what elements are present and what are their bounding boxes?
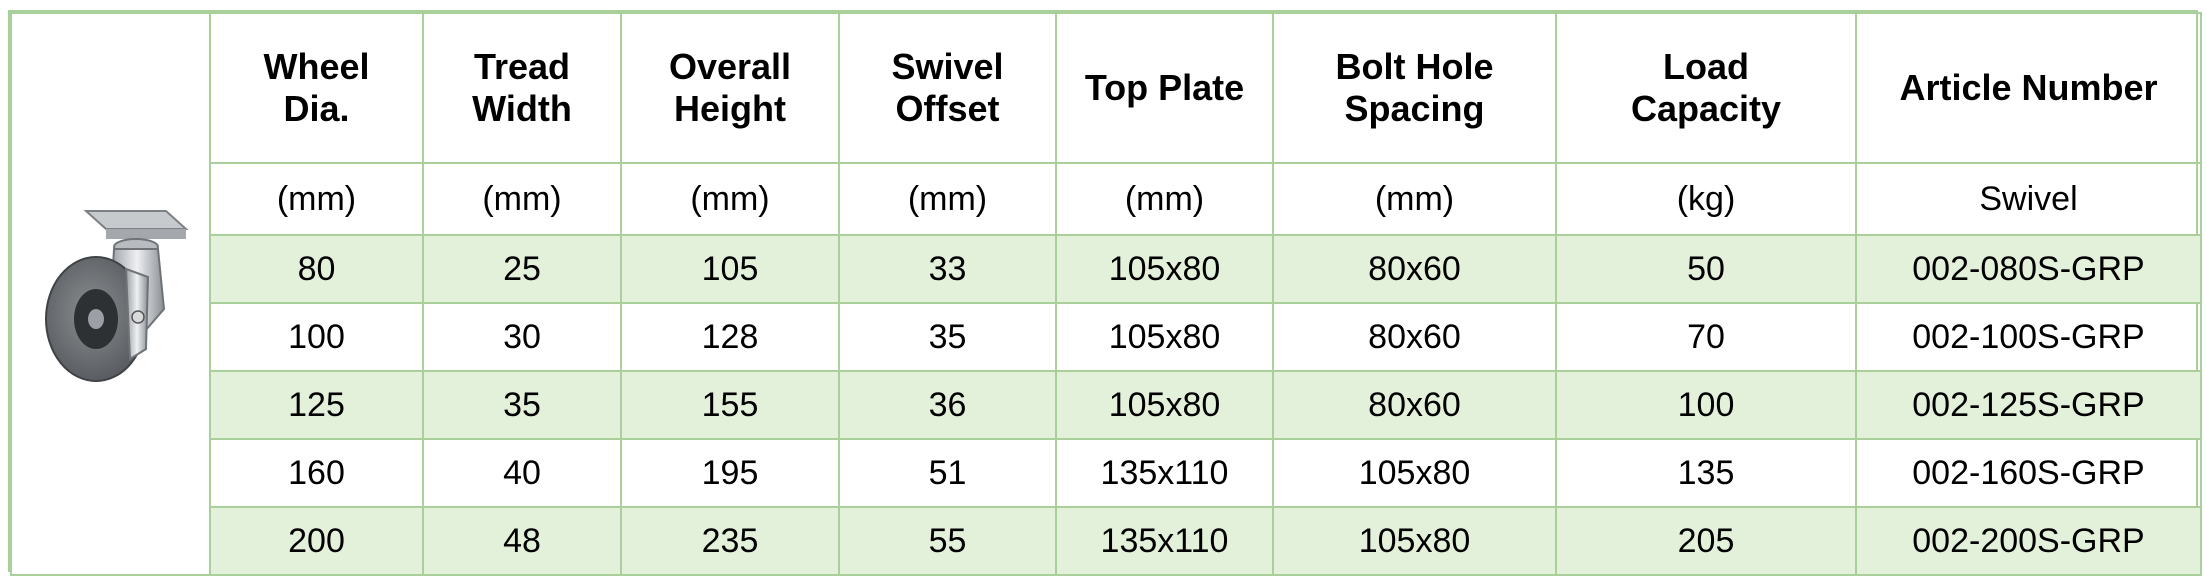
table-row: 100 30 128 35 105x80 80x60 70 002-100S-G… (11, 302, 2202, 372)
table-cell: 002-080S-GRP (1855, 234, 2202, 304)
table-cell: 80x60 (1272, 234, 1557, 304)
table-cell: 30 (422, 302, 622, 372)
table-cell: 235 (620, 506, 840, 576)
table-cell: 36 (838, 370, 1057, 440)
header-load-capacity: Load Capacity (1555, 12, 1857, 164)
table-cell: 205 (1555, 506, 1857, 576)
header-article-number: Article Number (1855, 12, 2202, 164)
table-cell: 51 (838, 438, 1057, 508)
unit-cell: (mm) (1055, 162, 1274, 236)
table-cell: 50 (1555, 234, 1857, 304)
units-row: (mm) (mm) (mm) (mm) (mm) (mm) (kg) Swive… (11, 162, 2202, 236)
table-cell: 105x80 (1055, 234, 1274, 304)
header-row: Wheel Dia. Tread Width Overall Height Swive… (10, 12, 2202, 576)
table-cell: 105x80 (1055, 370, 1274, 440)
table-cell: 48 (422, 506, 622, 576)
table-cell: 160 (209, 438, 424, 508)
header-bolt-hole-spacing: Bolt Hole Spacing (1272, 12, 1557, 164)
swivel-caster-icon (44, 210, 189, 382)
table-row: 160 40 195 51 135x110 105x80 135 002-160… (11, 438, 2202, 508)
table-cell: 55 (838, 506, 1057, 576)
unit-cell: (mm) (209, 162, 424, 236)
table-cell: 155 (620, 370, 840, 440)
unit-cell: Swivel (1855, 162, 2202, 236)
spec-table-frame: Wheel Dia. Tread Width Overall Height Swive… (8, 10, 2202, 576)
table-cell: 80x60 (1272, 370, 1557, 440)
unit-cell: (mm) (620, 162, 840, 236)
header-overall-height: Overall Height (620, 12, 840, 164)
table-cell: 105 (620, 234, 840, 304)
table-cell: 100 (209, 302, 424, 372)
table-cell: 002-160S-GRP (1855, 438, 2202, 508)
table-cell: 128 (620, 302, 840, 372)
header-top-plate: Top Plate (1055, 12, 1274, 164)
table-cell: 200 (209, 506, 424, 576)
table-cell: 135 (1555, 438, 1857, 508)
table-cell: 195 (620, 438, 840, 508)
table-row: 80 25 105 33 105x80 80x60 50 002-080S-GR… (11, 234, 2202, 304)
unit-cell: (mm) (838, 162, 1057, 236)
header-tread-width: Tread Width (422, 12, 622, 164)
table-cell: 105x80 (1055, 302, 1274, 372)
table-cell: 135x110 (1055, 506, 1274, 576)
unit-cell: (kg) (1555, 162, 1857, 236)
table-cell: 80 (209, 234, 424, 304)
table-cell: 135x110 (1055, 438, 1274, 508)
table-cell: 80x60 (1272, 302, 1557, 372)
table-cell: 70 (1555, 302, 1857, 372)
table-cell: 105x80 (1272, 438, 1557, 508)
table-row: 125 35 155 36 105x80 80x60 100 002-125S-… (11, 370, 2202, 440)
table-cell: 35 (422, 370, 622, 440)
caster-spec-table: Wheel Dia. Tread Width Overall Height Swive… (10, 12, 2202, 576)
table-cell: 105x80 (1272, 506, 1557, 576)
table-cell: 002-125S-GRP (1855, 370, 2202, 440)
table-cell: 125 (209, 370, 424, 440)
unit-cell: (mm) (1272, 162, 1557, 236)
table-cell: 40 (422, 438, 622, 508)
table-cell: 35 (838, 302, 1057, 372)
table-cell: 25 (422, 234, 622, 304)
table-cell: 33 (838, 234, 1057, 304)
unit-cell: (mm) (422, 162, 622, 236)
table-cell: 002-200S-GRP (1855, 506, 2202, 576)
caster-image-cell (10, 12, 211, 576)
table-cell: 002-100S-GRP (1855, 302, 2202, 372)
header-swivel-offset: Swivel Offset (838, 12, 1057, 164)
table-cell: 100 (1555, 370, 1857, 440)
table-row: 200 48 235 55 135x110 105x80 205 002-200… (11, 506, 2202, 576)
header-wheel-dia: Wheel Dia. (209, 12, 424, 164)
